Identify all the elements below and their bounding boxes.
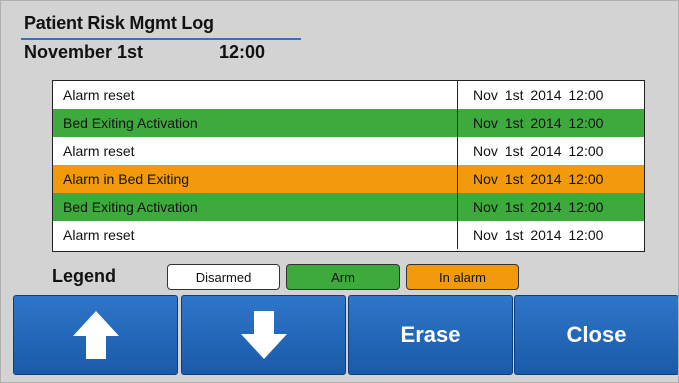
log-row[interactable]: Alarm reset Nov 1st 2014 12:00 bbox=[53, 81, 644, 109]
erase-button[interactable]: Erase bbox=[348, 295, 513, 375]
log-event: Bed Exiting Activation bbox=[63, 199, 198, 215]
log-event: Alarm reset bbox=[63, 227, 135, 243]
title-underline bbox=[21, 38, 301, 40]
log-timestamp: Nov 1st 2014 12:00 bbox=[457, 165, 644, 193]
log-event: Alarm reset bbox=[63, 143, 135, 159]
close-button[interactable]: Close bbox=[514, 295, 678, 375]
log-event: Alarm in Bed Exiting bbox=[63, 171, 190, 187]
log-timestamp: Nov 1st 2014 12:00 bbox=[457, 137, 644, 165]
legend-in-alarm: In alarm bbox=[406, 264, 519, 290]
page-title: Patient Risk Mgmt Log bbox=[24, 13, 214, 33]
legend-disarmed: Disarmed bbox=[167, 264, 280, 290]
log-table: Alarm reset Nov 1st 2014 12:00 Bed Exiti… bbox=[52, 80, 645, 252]
log-screen: Patient Risk Mgmt Log November 1st 12:00… bbox=[0, 0, 679, 383]
log-timestamp: Nov 1st 2014 12:00 bbox=[457, 221, 644, 249]
log-row[interactable]: Alarm in Bed Exiting Nov 1st 2014 12:00 bbox=[53, 165, 644, 193]
current-date: November 1st bbox=[24, 42, 144, 62]
log-row[interactable]: Bed Exiting Activation Nov 1st 2014 12:0… bbox=[53, 109, 644, 137]
current-time: 12:00 bbox=[219, 42, 266, 62]
log-row[interactable]: Alarm reset Nov 1st 2014 12:00 bbox=[53, 221, 644, 251]
scroll-down-button[interactable] bbox=[181, 295, 346, 375]
arrow-up-icon bbox=[71, 309, 121, 361]
log-row[interactable]: Bed Exiting Activation Nov 1st 2014 12:0… bbox=[53, 193, 644, 221]
arrow-down-icon bbox=[239, 309, 289, 361]
log-timestamp: Nov 1st 2014 12:00 bbox=[457, 109, 644, 137]
log-event: Alarm reset bbox=[63, 87, 135, 103]
log-event: Bed Exiting Activation bbox=[63, 115, 198, 131]
log-timestamp: Nov 1st 2014 12:00 bbox=[457, 81, 644, 109]
log-timestamp: Nov 1st 2014 12:00 bbox=[457, 193, 644, 221]
log-row[interactable]: Alarm reset Nov 1st 2014 12:00 bbox=[53, 137, 644, 165]
scroll-up-button[interactable] bbox=[13, 295, 178, 375]
legend-label: Legend bbox=[52, 266, 117, 286]
legend-arm: Arm bbox=[286, 264, 400, 290]
